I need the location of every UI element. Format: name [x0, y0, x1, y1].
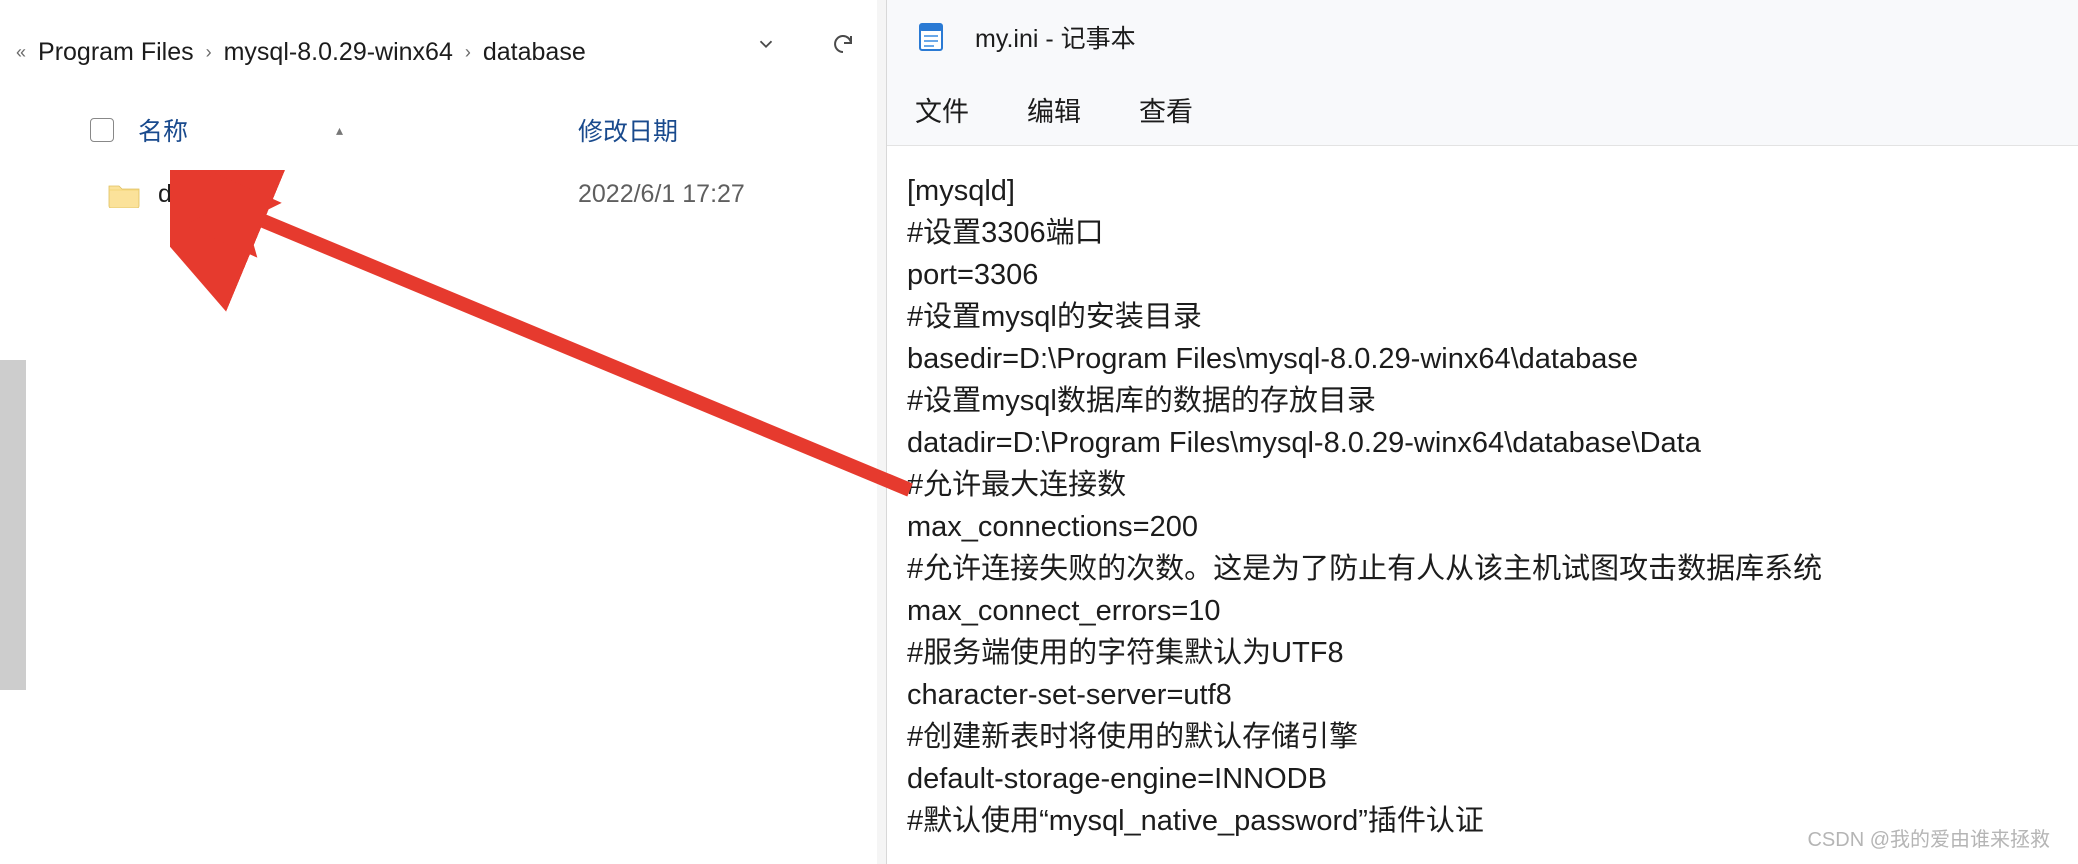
watermark-text: CSDN @我的爱由谁来拯救	[1807, 823, 2050, 852]
file-modified-label: 2022/6/1 17:27	[578, 180, 745, 209]
column-header-name-label: 名称	[138, 112, 188, 148]
address-bar-actions	[755, 32, 855, 63]
menu-edit[interactable]: 编辑	[1027, 90, 1081, 129]
table-row[interactable]: data 2022/6/1 17:27	[108, 180, 848, 209]
window-title: my.ini - 记事本	[975, 19, 1136, 55]
chevron-right-icon: ›	[196, 42, 222, 63]
breadcrumb: « Program Files › mysql-8.0.29-winx64 › …	[0, 28, 877, 76]
chevron-down-icon[interactable]	[755, 33, 777, 62]
scrollbar-strip[interactable]	[0, 360, 26, 690]
notepad-window: my.ini - 记事本 文件 编辑 查看 [mysqld] #设置3306端口…	[886, 0, 2078, 864]
notepad-app-icon	[915, 21, 947, 53]
column-header-modified[interactable]: 修改日期	[578, 112, 678, 148]
menubar: 文件 编辑 查看	[887, 74, 2078, 146]
menu-view[interactable]: 查看	[1139, 90, 1193, 129]
column-headers: 名称 ▴ 修改日期	[90, 112, 850, 148]
breadcrumb-overflow-icon[interactable]: «	[6, 42, 36, 63]
chevron-right-icon: ›	[455, 42, 481, 63]
text-editor-content[interactable]: [mysqld] #设置3306端口 port=3306 #设置mysql的安装…	[887, 146, 2078, 842]
breadcrumb-item[interactable]: database	[481, 36, 588, 69]
column-header-name[interactable]: 名称 ▴	[138, 112, 578, 148]
folder-icon	[108, 182, 140, 208]
file-explorer-window: « Program Files › mysql-8.0.29-winx64 › …	[0, 0, 877, 864]
titlebar[interactable]: my.ini - 记事本	[887, 0, 2078, 74]
breadcrumb-item[interactable]: Program Files	[36, 36, 196, 69]
breadcrumb-item[interactable]: mysql-8.0.29-winx64	[222, 36, 455, 69]
select-all-checkbox[interactable]	[90, 118, 114, 142]
file-name-label: data	[158, 180, 578, 209]
menu-file[interactable]: 文件	[915, 90, 969, 129]
sort-arrow-icon: ▴	[336, 122, 343, 139]
refresh-icon[interactable]	[831, 32, 855, 63]
